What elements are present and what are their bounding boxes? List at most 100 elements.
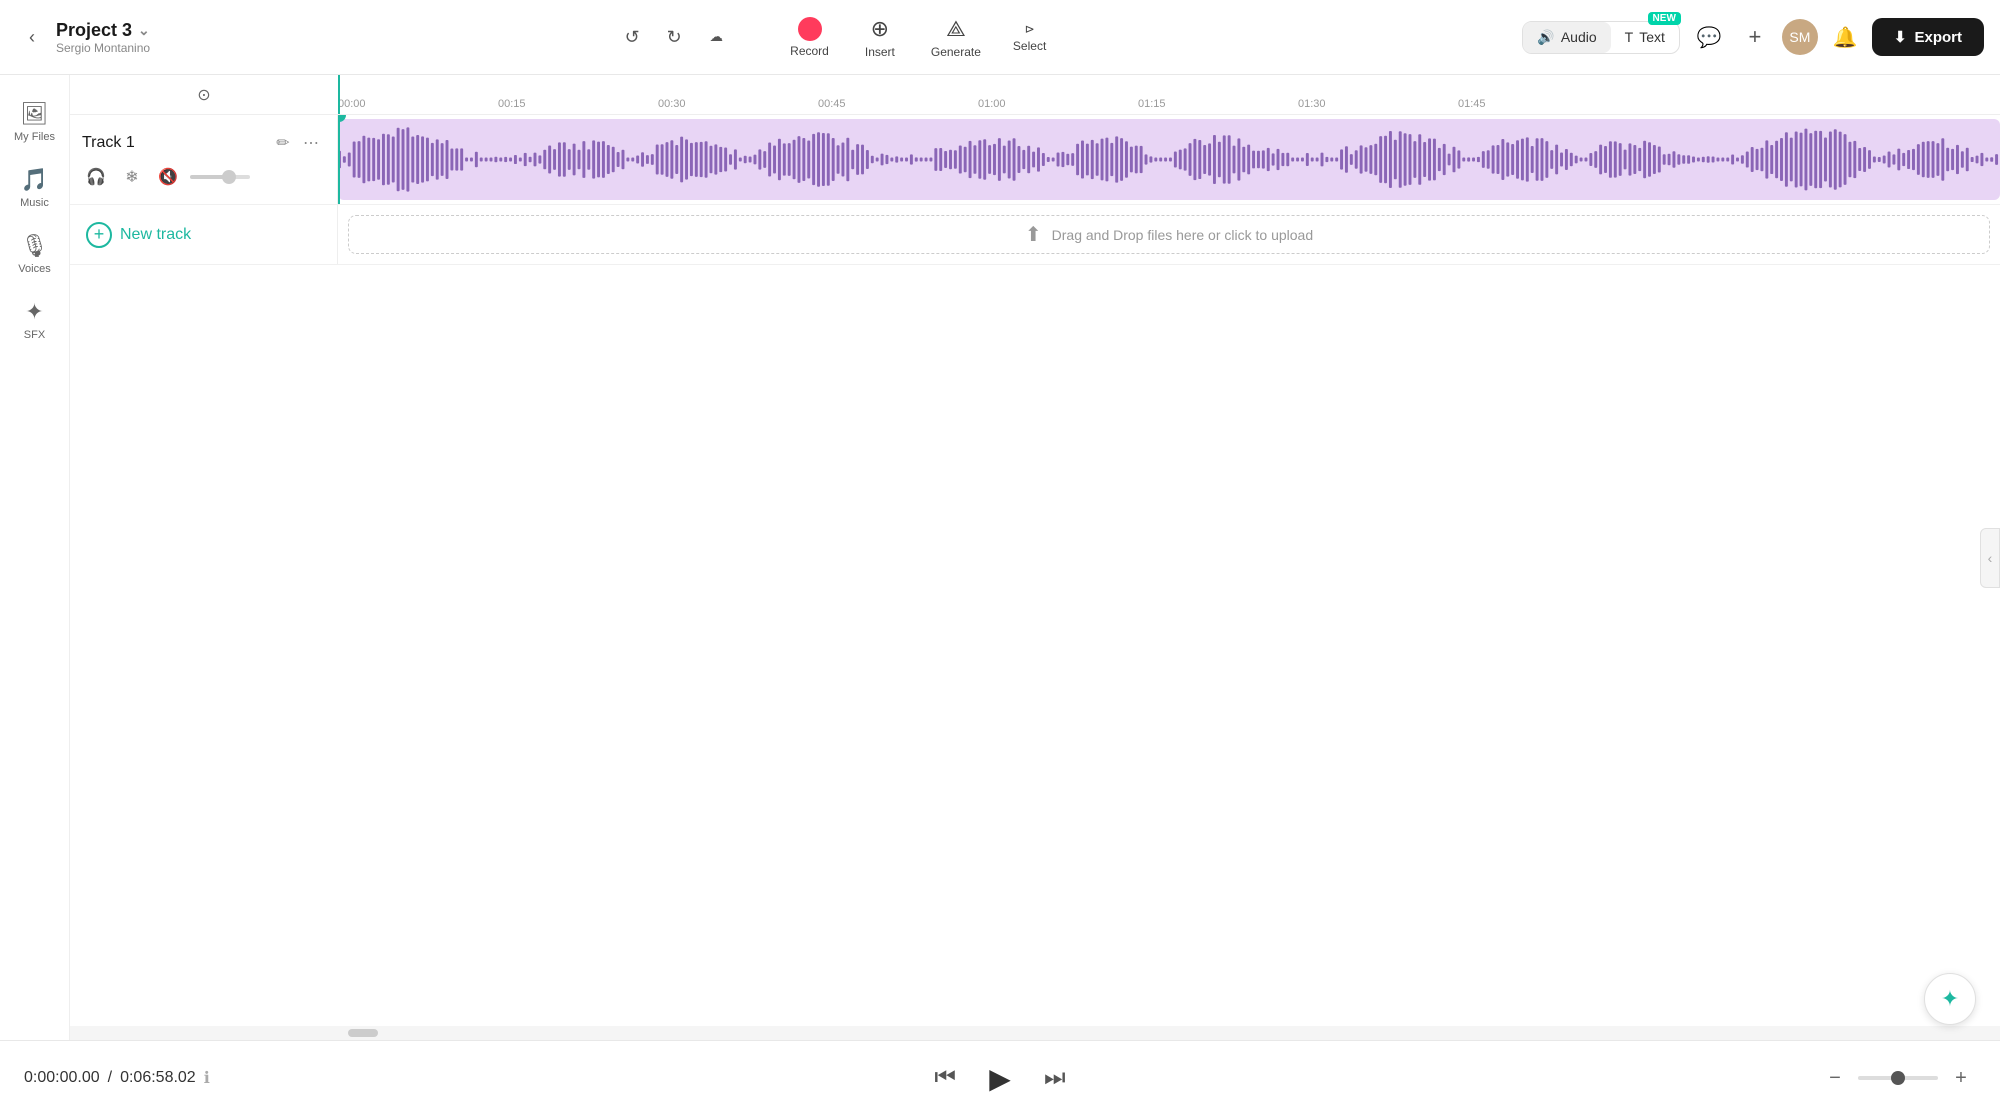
track-secondary-controls: 🎧 ❄ 🔇: [82, 163, 325, 191]
project-name-text: Project 3: [56, 20, 132, 41]
toolbar-actions: Record ⊕ Insert ⟁ Generate ⊳ Select: [774, 10, 1058, 65]
forward-button[interactable]: ⏭: [1044, 1064, 1066, 1092]
track-volume-slider[interactable]: [190, 175, 250, 179]
audio-tab-label: Audio: [1561, 29, 1597, 45]
insert-icon: ⊕: [871, 16, 889, 42]
total-time: 0:06:58.02: [120, 1069, 196, 1087]
upload-text: Drag and Drop files here or click to upl…: [1052, 227, 1313, 243]
zoom-in-button[interactable]: +: [1946, 1063, 1976, 1093]
project-author: Sergio Montanino: [56, 41, 150, 55]
redo-button[interactable]: ↻: [656, 19, 692, 55]
ruler-marks: 00:00 00:15 00:30 00:45 01:00 01:15 01:3…: [338, 75, 2000, 114]
select-icon: ⊳: [1025, 22, 1035, 36]
empty-area: [70, 265, 2000, 1026]
text-tab-icon: T: [1625, 29, 1634, 45]
sidebar-item-music[interactable]: 🎵 Music: [4, 157, 66, 219]
rewind-button[interactable]: ⏮: [934, 1064, 956, 1092]
waveform-svg: // This SVG content is generated inline: [338, 119, 2000, 200]
sidebar-item-voices[interactable]: 🎙 Voices: [4, 223, 66, 285]
ruler-mark-1: 00:15: [498, 98, 526, 110]
track-snowflake-button[interactable]: ❄: [118, 163, 146, 191]
insert-label: Insert: [865, 45, 895, 59]
zoom-out-button[interactable]: −: [1820, 1063, 1850, 1093]
notification-button[interactable]: 🔔: [1826, 18, 1864, 56]
text-tab-label: Text: [1639, 29, 1665, 45]
track-content[interactable]: // This SVG content is generated inline: [338, 115, 2000, 204]
scroll-bar-area[interactable]: [70, 1026, 2000, 1040]
new-badge: NEW: [1648, 12, 1681, 25]
project-name-display: Project 3 ⌄: [56, 20, 150, 41]
audio-tab-button[interactable]: 🔊 Audio: [1523, 22, 1610, 53]
export-button[interactable]: ⬇ Export: [1872, 18, 1984, 56]
chat-button[interactable]: 💬: [1690, 18, 1728, 56]
track-row: Track 1 ✏ ⋯ 🎧 ❄ 🔇: [70, 115, 2000, 205]
add-button[interactable]: +: [1736, 18, 1774, 56]
project-info: Project 3 ⌄ Sergio Montanino: [56, 20, 150, 55]
track-headphone-button[interactable]: 🎧: [82, 163, 110, 191]
my-files-label: My Files: [14, 131, 55, 143]
ruler-mark-4: 01:00: [978, 98, 1006, 110]
cloud-save-button[interactable]: ☁: [698, 19, 734, 55]
text-tab-button[interactable]: T Text: [1611, 22, 1679, 52]
new-track-label: New track: [120, 226, 191, 244]
time-info-icon[interactable]: ℹ: [204, 1068, 210, 1088]
select-button[interactable]: ⊳ Select: [1001, 16, 1058, 59]
top-bar-right: 🔊 Audio T Text NEW 💬 + SM 🔔 ⬇ Export: [1522, 18, 1984, 56]
top-bar-left: ‹ Project 3 ⌄ Sergio Montanino: [16, 20, 150, 55]
ruler-mark-2: 00:30: [658, 98, 686, 110]
select-label: Select: [1013, 39, 1046, 53]
top-bar-center: ↺ ↻ ☁ Record ⊕ Insert ⟁ Generate ⊳ Selec…: [614, 10, 1058, 65]
music-label: Music: [20, 197, 49, 209]
zoom-controls: − +: [1820, 1063, 1976, 1093]
collapse-panel-button[interactable]: ‹: [1980, 528, 2000, 588]
my-files-icon: 🖼: [21, 101, 49, 127]
track-controls: Track 1 ✏ ⋯ 🎧 ❄ 🔇: [70, 115, 338, 204]
record-icon: [798, 17, 822, 41]
track-more-button[interactable]: ⋯: [297, 129, 325, 157]
record-button[interactable]: Record: [774, 11, 845, 64]
tracks-container: Track 1 ✏ ⋯ 🎧 ❄ 🔇: [70, 115, 2000, 1026]
export-icon: ⬇: [1894, 28, 1907, 46]
waveform-block[interactable]: // This SVG content is generated inline: [338, 119, 2000, 200]
ruler-mark-6: 01:30: [1298, 98, 1326, 110]
new-track-left: + New track: [70, 205, 338, 264]
generate-button[interactable]: ⟁ Generate: [915, 10, 997, 65]
playback-controls: ⏮ ▶ ⏭: [934, 1054, 1065, 1102]
new-track-row: + New track ⬆ Drag and Drop files here o…: [70, 205, 2000, 265]
play-button[interactable]: ▶: [976, 1054, 1024, 1102]
insert-button[interactable]: ⊕ Insert: [849, 10, 911, 65]
playhead: [338, 115, 340, 204]
track-name: Track 1: [82, 134, 269, 152]
time-separator: /: [108, 1069, 112, 1087]
ruler-mark-7: 01:45: [1458, 98, 1486, 110]
ruler-mark-0: 00:00: [338, 98, 366, 110]
main-content: 🖼 My Files 🎵 Music 🎙 Voices ✦ SFX ⊙ 00:0…: [0, 75, 2000, 1040]
sidebar-item-my-files[interactable]: 🖼 My Files: [4, 91, 66, 153]
voices-label: Voices: [18, 263, 50, 275]
generate-label: Generate: [931, 45, 981, 59]
track-mute-button[interactable]: 🔇: [154, 163, 182, 191]
track-edit-icon-button[interactable]: ✏: [269, 129, 297, 157]
scroll-thumb[interactable]: [348, 1029, 378, 1037]
top-bar: ‹ Project 3 ⌄ Sergio Montanino ↺ ↻ ☁ Rec…: [0, 0, 2000, 75]
new-track-button[interactable]: + New track: [86, 222, 191, 248]
sidebar-item-sfx[interactable]: ✦ SFX: [4, 289, 66, 351]
back-button[interactable]: ‹: [16, 21, 48, 53]
voices-icon: 🎙: [21, 233, 49, 259]
music-icon: 🎵: [21, 167, 48, 193]
project-chevron-icon[interactable]: ⌄: [138, 22, 150, 39]
sfx-label: SFX: [24, 329, 45, 341]
avatar-button[interactable]: SM: [1782, 19, 1818, 55]
left-sidebar: 🖼 My Files 🎵 Music 🎙 Voices ✦ SFX: [0, 75, 70, 1040]
undo-button[interactable]: ↺: [614, 19, 650, 55]
generate-icon: ⟁: [946, 16, 966, 42]
ai-fab-icon: ✦: [1941, 986, 1959, 1012]
upload-drop-area[interactable]: ⬆ Drag and Drop files here or click to u…: [348, 215, 1990, 254]
playhead-ruler-line: [338, 75, 340, 114]
top-bar-icons: 💬 + SM 🔔 ⬇ Export: [1690, 18, 1984, 56]
bottom-bar: 0:00:00.00 / 0:06:58.02 ℹ ⏮ ▶ ⏭ − +: [0, 1040, 2000, 1115]
time-display: 0:00:00.00 / 0:06:58.02 ℹ: [24, 1068, 210, 1088]
zoom-slider[interactable]: [1858, 1076, 1938, 1080]
ai-fab-button[interactable]: ✦: [1924, 973, 1976, 1025]
sfx-icon: ✦: [25, 299, 43, 325]
